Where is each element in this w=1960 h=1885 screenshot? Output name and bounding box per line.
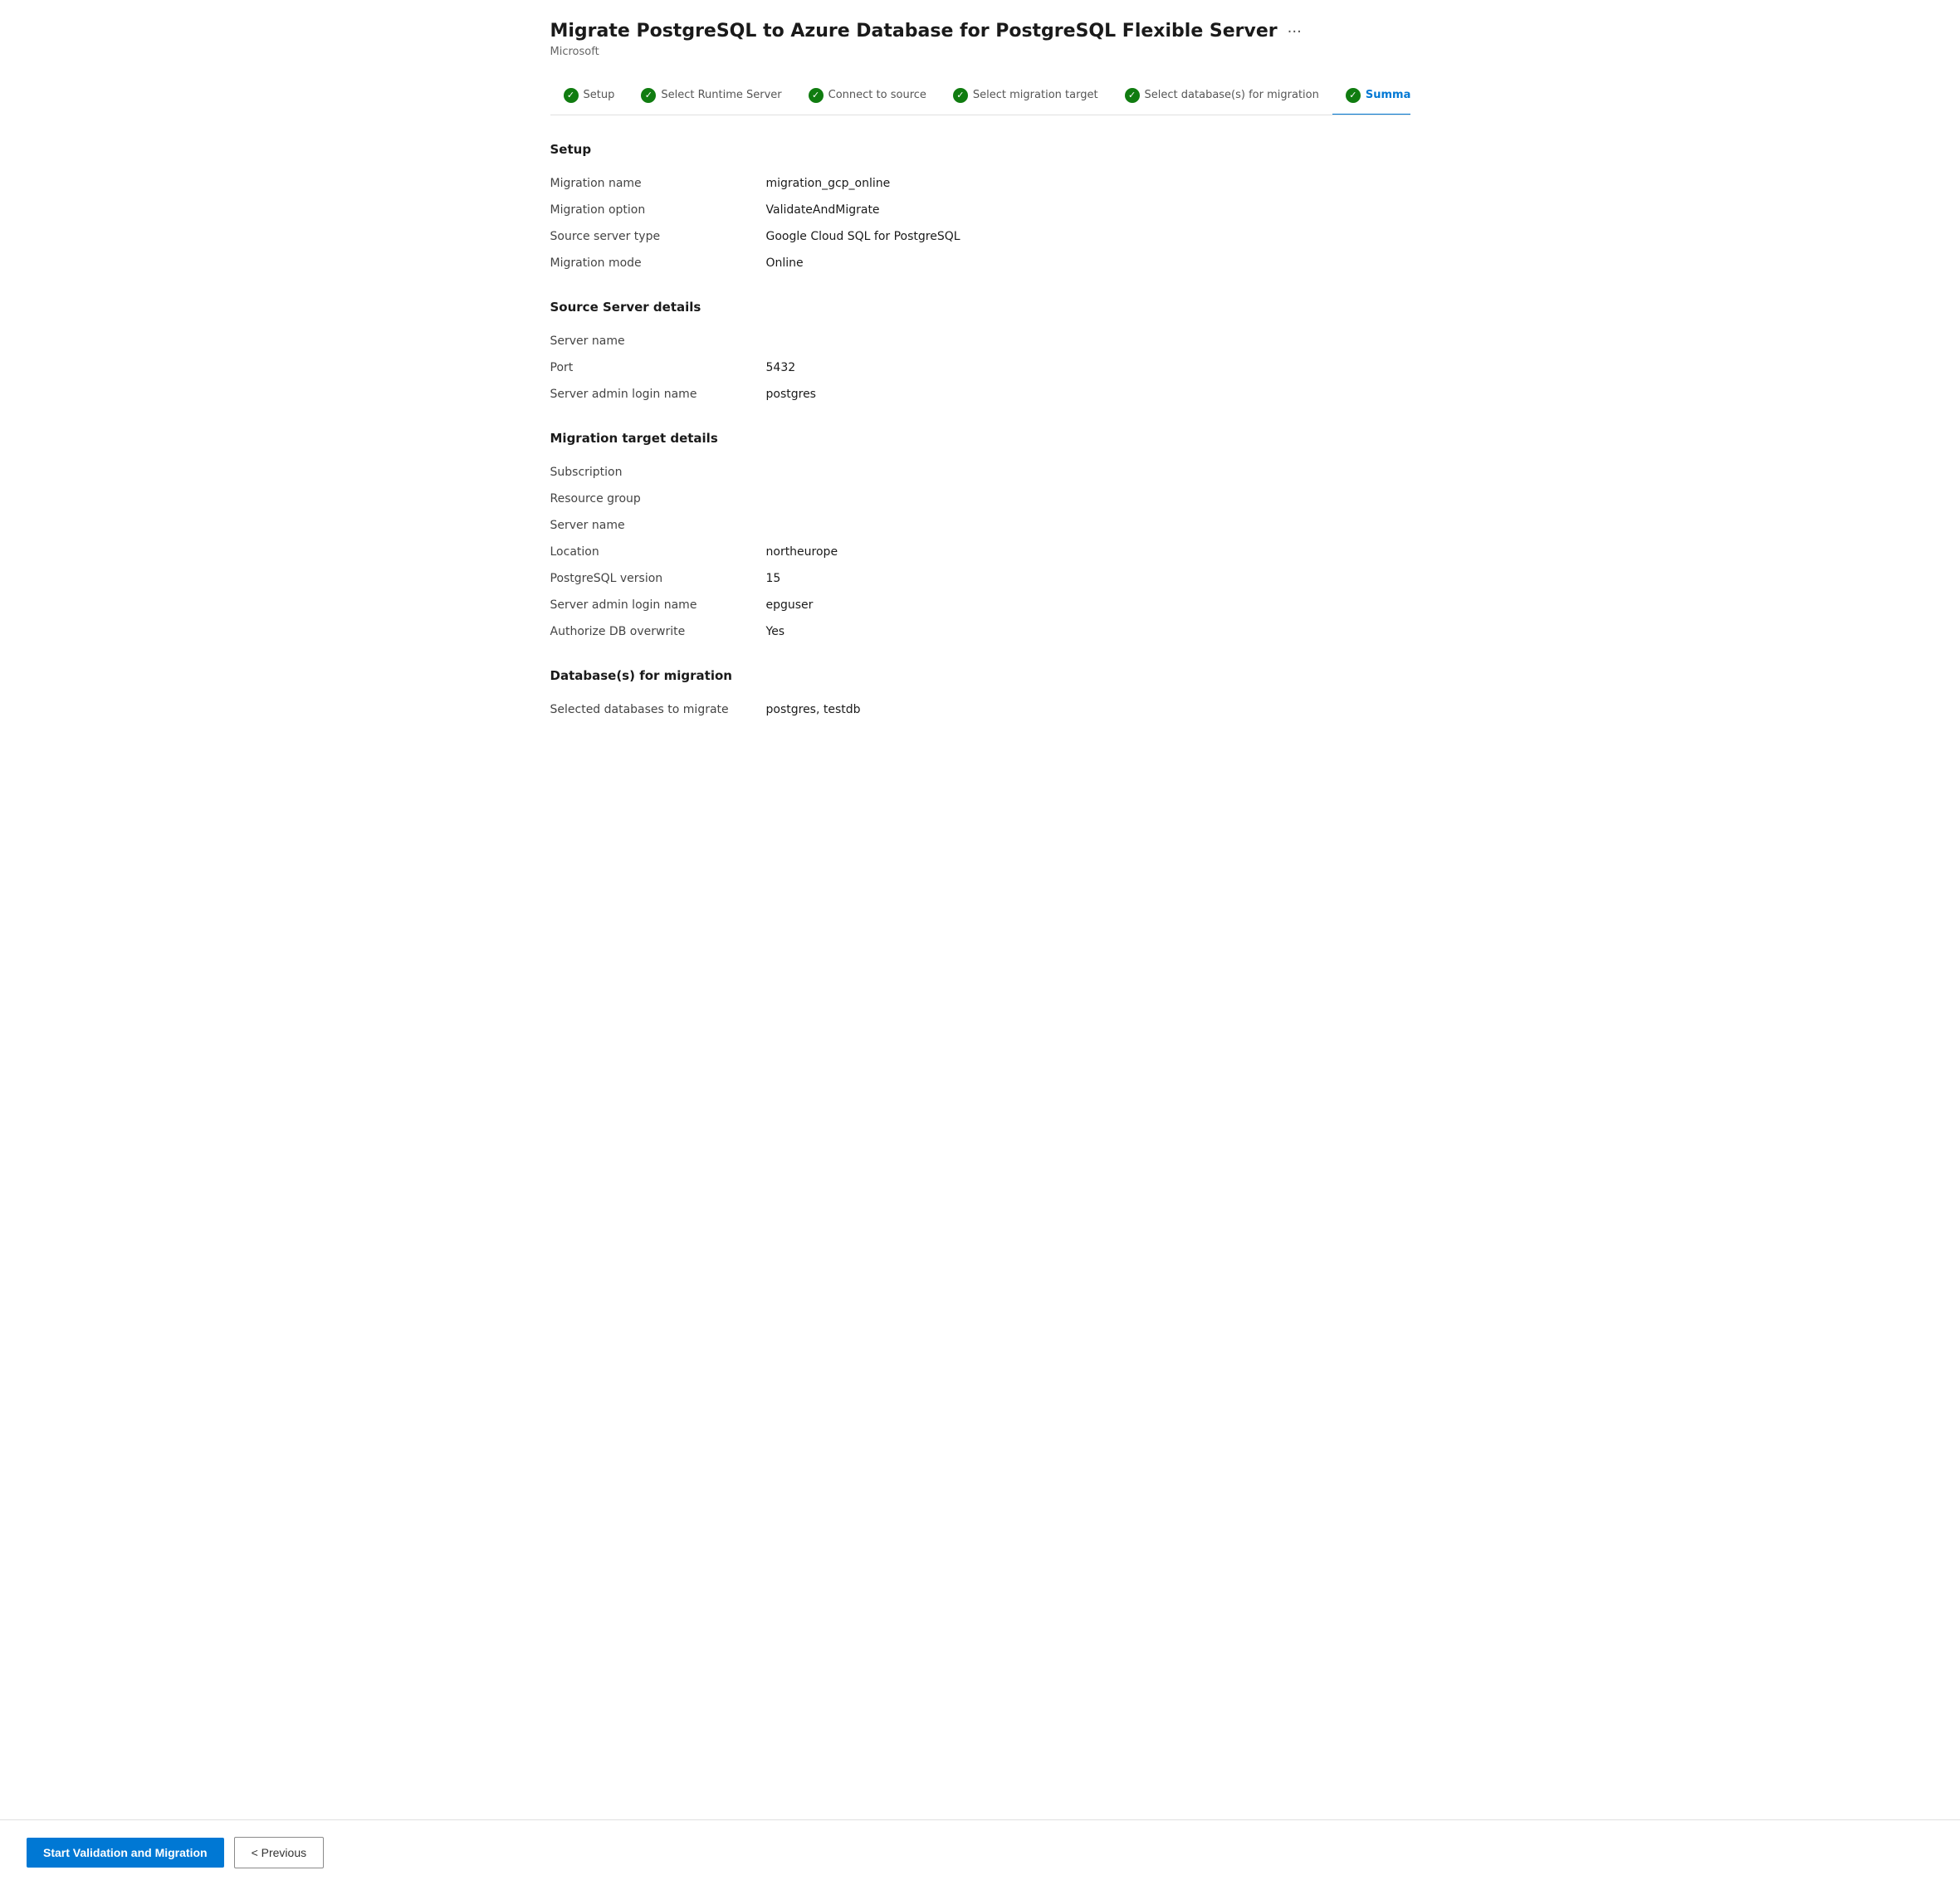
migration-name-row: Migration name migration_gcp_online [550,170,1410,197]
step-runtime-check-icon [641,88,656,103]
postgresql-version-label: PostgreSQL version [550,572,766,585]
source-server-type-row: Source server type Google Cloud SQL for … [550,223,1410,250]
migration-option-value: ValidateAndMigrate [766,203,880,217]
migration-target-section: Migration target details Subscription Re… [550,431,1410,645]
source-port-label: Port [550,361,766,374]
step-setup[interactable]: Setup [550,78,628,115]
source-server-name-row: Server name [550,328,1410,354]
migration-mode-row: Migration mode Online [550,250,1410,276]
step-migration-target-check-icon [953,88,968,103]
source-admin-login-label: Server admin login name [550,388,766,401]
migration-mode-value: Online [766,256,804,270]
page-header: Migrate PostgreSQL to Azure Database for… [550,20,1410,58]
migration-name-value: migration_gcp_online [766,177,891,190]
step-setup-label: Setup [584,89,615,101]
selected-databases-label: Selected databases to migrate [550,703,766,716]
target-admin-login-row: Server admin login name epguser [550,592,1410,618]
resource-group-label: Resource group [550,492,766,505]
step-migration-target[interactable]: Select migration target [940,78,1112,115]
target-admin-login-value: epguser [766,598,814,612]
source-server-name-label: Server name [550,335,766,348]
start-validation-migration-button[interactable]: Start Validation and Migration [27,1838,224,1868]
page-subtitle: Microsoft [550,46,1410,58]
resource-group-row: Resource group [550,486,1410,512]
source-port-value: 5432 [766,361,796,374]
authorize-db-overwrite-row: Authorize DB overwrite Yes [550,618,1410,645]
source-server-type-label: Source server type [550,230,766,243]
step-runtime-label: Select Runtime Server [661,89,781,101]
source-admin-login-value: postgres [766,388,816,401]
migration-target-section-title: Migration target details [550,431,1410,446]
source-server-section: Source Server details Server name Port 5… [550,300,1410,408]
source-server-type-value: Google Cloud SQL for PostgreSQL [766,230,960,243]
previous-button[interactable]: < Previous [234,1837,325,1868]
source-admin-login-row: Server admin login name postgres [550,381,1410,408]
step-select-db-check-icon [1125,88,1140,103]
selected-databases-row: Selected databases to migrate postgres, … [550,696,1410,723]
authorize-db-overwrite-value: Yes [766,625,785,638]
step-runtime-server[interactable]: Select Runtime Server [628,78,794,115]
wizard-steps: Setup Select Runtime Server Connect to s… [550,78,1410,115]
step-summary-label: Summary [1366,89,1410,101]
step-summary[interactable]: Summary [1332,78,1410,115]
step-connect-source[interactable]: Connect to source [795,78,940,115]
setup-section-title: Setup [550,142,1410,157]
more-options-icon[interactable]: ··· [1288,23,1302,41]
databases-section: Database(s) for migration Selected datab… [550,668,1410,723]
step-select-databases[interactable]: Select database(s) for migration [1112,78,1332,115]
step-connect-check-icon [809,88,824,103]
setup-section: Setup Migration name migration_gcp_onlin… [550,142,1410,276]
migration-option-row: Migration option ValidateAndMigrate [550,197,1410,223]
authorize-db-overwrite-label: Authorize DB overwrite [550,625,766,638]
postgresql-version-row: PostgreSQL version 15 [550,565,1410,592]
migration-option-label: Migration option [550,203,766,217]
location-value: northeurope [766,545,838,559]
location-row: Location northeurope [550,539,1410,565]
footer: Start Validation and Migration < Previou… [0,1819,1960,1885]
step-summary-check-icon [1346,88,1361,103]
step-connect-label: Connect to source [828,89,926,101]
target-server-name-row: Server name [550,512,1410,539]
step-setup-check-icon [564,88,579,103]
migration-mode-label: Migration mode [550,256,766,270]
location-label: Location [550,545,766,559]
databases-section-title: Database(s) for migration [550,668,1410,683]
target-admin-login-label: Server admin login name [550,598,766,612]
subscription-label: Subscription [550,466,766,479]
summary-content: Setup Migration name migration_gcp_onlin… [550,142,1410,1800]
subscription-row: Subscription [550,459,1410,486]
target-server-name-label: Server name [550,519,766,532]
step-migration-target-label: Select migration target [973,89,1098,101]
source-server-section-title: Source Server details [550,300,1410,315]
postgresql-version-value: 15 [766,572,781,585]
selected-databases-value: postgres, testdb [766,703,861,716]
source-port-row: Port 5432 [550,354,1410,381]
step-select-db-label: Select database(s) for migration [1145,89,1319,101]
page-title: Migrate PostgreSQL to Azure Database for… [550,20,1278,44]
migration-name-label: Migration name [550,177,766,190]
